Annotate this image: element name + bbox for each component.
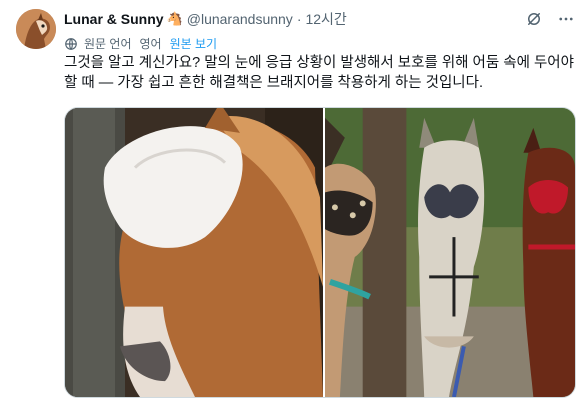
translation-row: 원문 언어 영어 원본 보기 (64, 35, 217, 52)
photo-horse-mask[interactable] (65, 108, 323, 397)
grok-icon[interactable] (524, 9, 544, 29)
horse-emoji: 🐴 (166, 11, 183, 26)
display-name[interactable]: Lunar & Sunny (64, 11, 164, 27)
more-icon[interactable] (556, 9, 576, 29)
language-label: 영어 (139, 37, 162, 51)
header-actions (524, 9, 576, 29)
media-grid (64, 107, 576, 398)
photo-horses-bras[interactable] (325, 108, 575, 397)
avatar[interactable] (16, 9, 56, 49)
timestamp[interactable]: 12시간 (305, 9, 346, 29)
original-language-label: 원문 언어 (84, 37, 132, 51)
tweet-header: Lunar & Sunny 🐴 @lunarandsunny · 12시간 (64, 10, 347, 28)
separator-dot: · (296, 11, 302, 27)
globe-icon (64, 37, 78, 51)
user-handle[interactable]: @lunarandsunny (187, 11, 293, 27)
tweet-text: 그것을 알고 계신가요? 말의 눈에 응급 상황이 발생해서 보호를 위해 어둠… (64, 55, 574, 91)
show-original-link[interactable]: 원본 보기 (170, 35, 218, 52)
